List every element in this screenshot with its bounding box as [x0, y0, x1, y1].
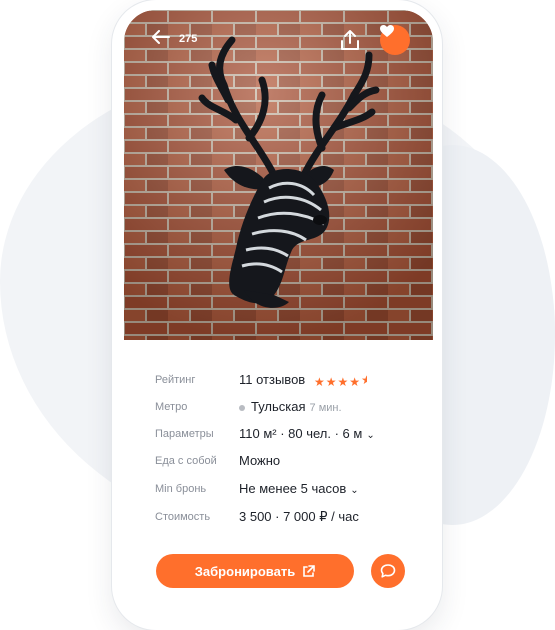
metro-line-dot-icon	[239, 404, 245, 411]
detail-value-parameters[interactable]: 110 м² · 80 чел. · 6 м ⌄	[239, 426, 375, 441]
detail-value-metro: Тульская 7 мин.	[239, 399, 342, 414]
rating-stars: ★★★★★	[314, 373, 368, 391]
reviews-link[interactable]: 11 отзывов	[239, 372, 305, 387]
share-icon[interactable]	[340, 29, 360, 51]
detail-label: Параметры	[155, 428, 214, 440]
detail-row-parameters[interactable]: Параметры 110 м² · 80 чел. · 6 м ⌄	[124, 423, 433, 447]
detail-label: Min бронь	[155, 483, 207, 495]
parameters-text: 110 м² · 80 чел. · 6 м	[239, 426, 363, 441]
min-booking-text: Не менее 5 часов	[239, 481, 347, 496]
external-link-icon	[303, 564, 316, 577]
detail-label: Еда с собой	[155, 455, 217, 467]
detail-value-food: Можно	[239, 453, 281, 468]
detail-label: Стоимость	[155, 511, 211, 523]
photo-count: 275	[179, 33, 198, 45]
detail-value-price: 3 500 · 7 000 ₽ / час	[239, 509, 359, 524]
venue-photo[interactable]: 275	[124, 10, 433, 340]
star-icon: ★	[349, 375, 361, 389]
phone-frame: 275 Рейтинг 11 отзывов ★★★★★ Метро Тульс…	[112, 0, 442, 630]
half-star-icon: ★	[361, 373, 368, 387]
detail-row-price: Стоимость 3 500 · 7 000 ₽ / час	[124, 506, 433, 530]
deer-head-on-brick-wall-image	[124, 10, 433, 340]
detail-label: Рейтинг	[155, 374, 196, 386]
detail-row-metro: Метро Тульская 7 мин.	[124, 396, 433, 420]
star-icon: ★	[337, 375, 349, 389]
chevron-down-icon[interactable]: ⌄	[366, 430, 374, 441]
favorite-button[interactable]	[380, 25, 410, 55]
chevron-down-icon[interactable]: ⌄	[350, 485, 358, 496]
chat-bubble-icon	[380, 564, 396, 578]
detail-label: Метро	[155, 401, 188, 413]
detail-value-min-booking[interactable]: Не менее 5 часов ⌄	[239, 481, 359, 496]
heart-icon	[380, 25, 394, 37]
metro-walk-time: 7 мин.	[309, 402, 342, 414]
detail-row-min-booking[interactable]: Min бронь Не менее 5 часов ⌄	[124, 478, 433, 502]
book-button[interactable]: Забронировать	[156, 554, 354, 588]
detail-row-food: Еда с собой Можно	[124, 450, 433, 474]
star-icon: ★	[314, 375, 325, 389]
star-icon: ★	[325, 375, 337, 389]
detail-row-rating: Рейтинг 11 отзывов ★★★★★	[124, 369, 433, 393]
back-arrow-icon[interactable]	[152, 30, 172, 50]
metro-station: Тульская	[251, 399, 306, 414]
book-button-label: Забронировать	[194, 563, 296, 579]
phone-screen: 275 Рейтинг 11 отзывов ★★★★★ Метро Тульс…	[124, 10, 433, 620]
chat-button[interactable]	[371, 554, 405, 588]
